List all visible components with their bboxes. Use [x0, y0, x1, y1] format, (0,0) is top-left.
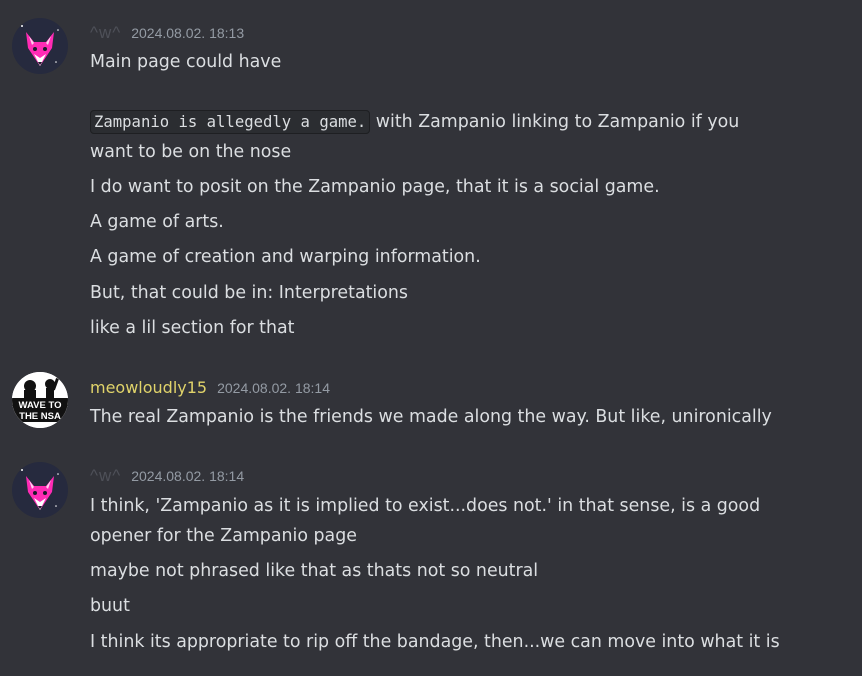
- message-text: Main page could have: [90, 52, 282, 72]
- message-header: meowloudly15 2024.08.02. 18:14: [90, 378, 330, 400]
- message-text: I do want to posit on the Zampanio page,…: [90, 177, 660, 197]
- message-text: The real Zampanio is the friends we made…: [90, 407, 772, 427]
- message-text: maybe not phrased like that as thats not…: [90, 561, 539, 581]
- fox-avatar-icon: [12, 462, 68, 518]
- chat-messages: ^w^ 2024.08.02. 18:13 Main page could ha…: [0, 0, 862, 676]
- message-text: Zampanio is allegedly a game. with Zampa…: [90, 107, 822, 137]
- timestamp[interactable]: 2024.08.02. 18:14: [131, 468, 244, 484]
- message-header: ^w^ 2024.08.02. 18:13: [90, 23, 244, 45]
- timestamp[interactable]: 2024.08.02. 18:14: [217, 380, 330, 396]
- message-header: ^w^ 2024.08.02. 18:14: [90, 466, 244, 488]
- avatar[interactable]: [12, 462, 68, 518]
- message-text: opener for the Zampanio page: [90, 526, 357, 546]
- username[interactable]: ^w^: [90, 466, 121, 486]
- timestamp[interactable]: 2024.08.02. 18:13: [131, 25, 244, 41]
- message-text: A game of arts.: [90, 212, 224, 232]
- message-text: buut: [90, 596, 130, 616]
- message-text: A game of creation and warping informati…: [90, 247, 481, 267]
- inline-code: Zampanio is allegedly a game.: [90, 110, 371, 134]
- wave-to-nsa-avatar-icon: WAVE TO THE NSA: [12, 372, 68, 428]
- username[interactable]: meowloudly15: [90, 378, 207, 397]
- message-text: But, that could be in: Interpretations: [90, 283, 408, 303]
- avatar-text-line-2: THE NSA: [19, 411, 61, 422]
- message-text: want to be on the nose: [90, 142, 292, 162]
- username[interactable]: ^w^: [90, 23, 121, 43]
- avatar[interactable]: [12, 18, 68, 74]
- avatar-text-line-1: WAVE TO: [19, 400, 62, 411]
- message-text: I think, 'Zampanio as it is implied to e…: [90, 496, 761, 516]
- message-text: like a lil section for that: [90, 318, 295, 338]
- message-text-span: with Zampanio linking to Zampanio if you: [370, 112, 740, 132]
- avatar[interactable]: WAVE TO THE NSA: [12, 372, 68, 428]
- message-text: I think its appropriate to rip off the b…: [90, 632, 780, 652]
- fox-avatar-icon: [12, 18, 68, 74]
